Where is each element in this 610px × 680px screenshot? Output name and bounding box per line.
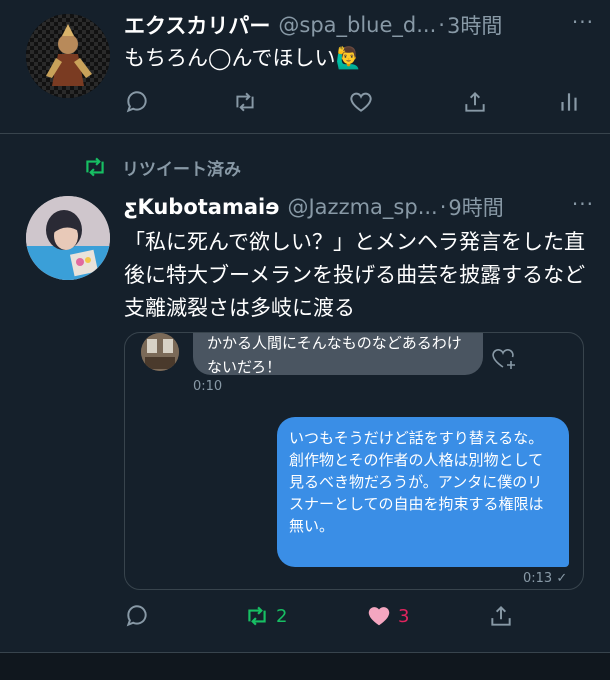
timestamp[interactable]: 3時間 (447, 10, 502, 40)
incoming-message-time: 0:10 (193, 379, 223, 394)
avatar[interactable] (26, 196, 110, 280)
incoming-message-bubble: かかる人間にそんなものなどあるわけないだろ！ (193, 333, 483, 376)
retweet-icon (248, 606, 266, 626)
reply-icon (126, 605, 147, 627)
retweeted-indicator: リツイート済み (82, 152, 241, 182)
outgoing-message-bubble: いつもそうだけど話をすり替えるな。 創作物とその作者の人格は別物として見るべき物… (277, 417, 569, 567)
retweet-icon (236, 92, 254, 112)
tweet-header: エクスカリパー @spa_blue_d... · 3時間 ··· (124, 10, 594, 40)
embedded-chat-image[interactable]: かかる人間にそんなものなどあるわけないだろ！ 0:10 いつもそうだけど話をすり… (124, 332, 584, 590)
reply-icon (126, 91, 147, 113)
heart-icon (350, 92, 372, 112)
like-count: 3 (398, 605, 410, 627)
tweet-2[interactable]: リツイート済み ƹKubotamaiɘ @Jazzma_sp... · 9時間 … (0, 134, 610, 654)
retweet-count: 2 (276, 605, 288, 627)
heart-add-icon (492, 349, 515, 369)
timeline-divider (0, 652, 610, 680)
outgoing-message-time: 0:13 ✓ (523, 571, 568, 586)
tweet-actions: 2 3 (124, 600, 584, 632)
analytics-icon (561, 93, 577, 111)
reply-button[interactable] (124, 86, 150, 118)
more-options-icon[interactable]: ··· (572, 192, 594, 216)
retweeted-label: リツイート済み (122, 159, 241, 180)
chat-avatar (141, 333, 179, 371)
user-handle[interactable]: @Jazzma_sp... (287, 195, 437, 219)
retweet-icon (86, 157, 104, 177)
retweet-button[interactable] (232, 86, 258, 118)
analytics-button[interactable] (556, 86, 582, 118)
user-handle[interactable]: @spa_blue_d... (278, 13, 436, 37)
heart-filled-icon (368, 607, 390, 626)
share-button[interactable] (488, 600, 514, 632)
share-icon (491, 605, 511, 626)
like-button[interactable] (348, 86, 374, 118)
display-name[interactable]: ƹKubotamaiɘ (124, 195, 279, 219)
tweet-1[interactable]: エクスカリパー @spa_blue_d... · 3時間 ··· もちろん◯んで… (0, 0, 610, 134)
reply-button[interactable] (124, 600, 150, 632)
display-name[interactable]: エクスカリパー (124, 10, 270, 40)
timestamp[interactable]: 9時間 (448, 192, 503, 222)
like-button[interactable]: 3 (366, 600, 409, 632)
tweet-text: もちろん◯んでほしい🙋‍♂️ (124, 46, 362, 70)
tweet-header: ƹKubotamaiɘ @Jazzma_sp... · 9時間 ··· (124, 192, 594, 222)
separator-dot: · (438, 13, 445, 37)
retweet-button[interactable]: 2 (244, 600, 287, 632)
tweet-text: 「私に死んで欲しい？」とメンヘラ発言をした直後に特大ブーメランを投げる曲芸を披露… (124, 230, 586, 320)
avatar[interactable] (26, 14, 110, 98)
share-button[interactable] (462, 86, 488, 118)
more-options-icon[interactable]: ··· (572, 10, 594, 34)
share-icon (465, 91, 485, 112)
tweet-actions (124, 86, 584, 118)
separator-dot: · (439, 195, 447, 219)
